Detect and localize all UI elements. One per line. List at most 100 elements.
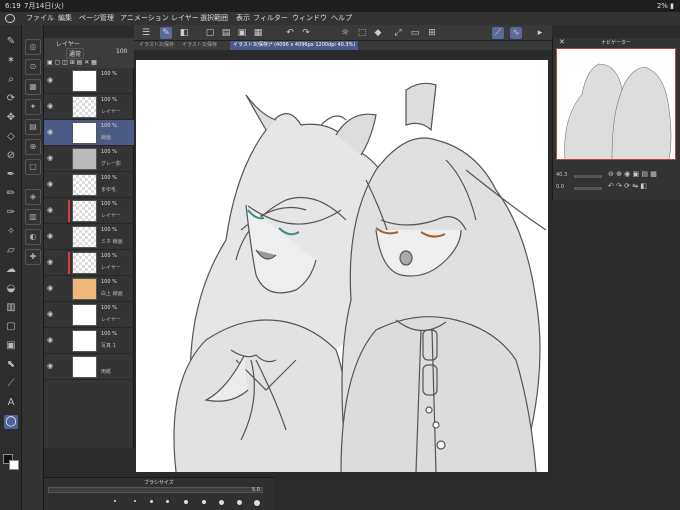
size-preset[interactable] (237, 500, 242, 505)
menu-layer[interactable]: レイヤー (171, 12, 199, 25)
visibility-eye-icon[interactable]: ◉ (47, 285, 54, 292)
save-icon[interactable]: ▣ (236, 27, 248, 39)
subtool-3-icon[interactable]: ▦ (25, 79, 41, 95)
subtool-1-icon[interactable]: ◎ (25, 39, 41, 55)
menu-page[interactable]: ページ管理 (79, 12, 114, 25)
magic-wand-icon[interactable]: ✶ (4, 54, 18, 68)
zoom-buttons-icon[interactable]: ⊖ ⊕ ◉ ▣ ▤ ▦ (608, 170, 657, 178)
text-icon[interactable]: A (4, 396, 18, 410)
adjust-icon[interactable]: ◧ (178, 27, 190, 39)
visibility-eye-icon[interactable]: ◉ (47, 337, 54, 344)
visibility-eye-icon[interactable]: ◉ (47, 259, 54, 266)
subtool-4-icon[interactable]: ✦ (25, 99, 41, 115)
pen-mode-icon[interactable]: ✎ (160, 27, 172, 39)
angle-slider[interactable] (574, 187, 602, 190)
ruler-icon[interactable]: ⊞ (426, 27, 438, 39)
visibility-eye-icon[interactable]: ◉ (47, 77, 54, 84)
figure-icon[interactable]: ▢ (4, 320, 18, 334)
visibility-eye-icon[interactable]: ◉ (47, 363, 54, 370)
layer-row[interactable]: ◉ 100 % 写真 1 (44, 328, 134, 354)
zoom-icon[interactable]: ⌕ (4, 73, 18, 87)
open-icon[interactable]: ▤ (220, 27, 232, 39)
brightness-icon[interactable]: ☼ (339, 27, 351, 39)
layer-opacity[interactable]: 100 (116, 48, 127, 55)
tab-doc-2[interactable]: イラスト3(保存 (179, 41, 220, 50)
layer-row[interactable]: ◉ 用紙 (44, 354, 134, 380)
transform-icon[interactable]: ⤢ (392, 27, 404, 39)
blend-mode-select[interactable]: 通常 (66, 48, 85, 59)
subtool-7-icon[interactable]: ▢ (25, 159, 41, 175)
drawing-canvas[interactable] (136, 60, 548, 472)
menu-animation[interactable]: アニメーション (120, 12, 169, 25)
subtool-2-icon[interactable]: ⊙ (25, 59, 41, 75)
layer-row[interactable]: ◉ 100 % ミネ 線画 (44, 224, 134, 250)
move-icon[interactable]: ✥ (4, 111, 18, 125)
menu-window[interactable]: ウィンドウ (292, 12, 327, 25)
airbrush-icon[interactable]: ✑ (4, 206, 18, 220)
redo-icon[interactable]: ↷ (300, 27, 312, 39)
tab-doc-3[interactable]: イラスト3(保存)* (4096 x 4096px 1200dpi 40.3%) (230, 41, 359, 50)
layer-row[interactable]: ◉ 100 % グレー影 (44, 146, 134, 172)
visibility-eye-icon[interactable]: ◉ (47, 311, 54, 318)
crop-icon[interactable]: ▭ (409, 27, 421, 39)
visibility-eye-icon[interactable]: ◉ (47, 103, 54, 110)
layer-tools-icons[interactable]: ▣ ▢ ◫ ⊞ ▤ ✕ ▦ (47, 59, 97, 66)
size-preset[interactable] (150, 500, 153, 503)
subtool-8-icon[interactable]: ◈ (25, 189, 41, 205)
subtool-10-icon[interactable]: ◐ (25, 229, 41, 245)
undo-icon[interactable]: ↶ (284, 27, 296, 39)
subtool-9-icon[interactable]: ▥ (25, 209, 41, 225)
ruler-tool-icon[interactable]: ⟋ (4, 377, 18, 391)
size-preset[interactable] (202, 500, 206, 504)
rotate-buttons-icon[interactable]: ↶ ↷ ⟳ ⇋ ◧ (608, 182, 647, 190)
more-icon[interactable]: ▸ (534, 27, 546, 39)
brush-size-slider[interactable] (48, 487, 263, 493)
new-icon[interactable]: ▢ (204, 27, 216, 39)
gradient-icon[interactable]: ▥ (4, 301, 18, 315)
fill-bucket-icon[interactable]: ◒ (4, 282, 18, 296)
navigator-preview[interactable] (556, 48, 676, 160)
size-preset[interactable] (184, 500, 188, 504)
menu-edit[interactable]: 編集 (58, 12, 72, 25)
layer-row[interactable]: ◉ 100 % レイヤー (44, 250, 134, 276)
visibility-eye-icon[interactable]: ◉ (47, 155, 54, 162)
layer-row[interactable]: ◉ 100 % (44, 68, 134, 94)
close-icon[interactable]: ✕ (559, 38, 565, 46)
menu-icon[interactable]: ☰ (140, 27, 152, 39)
menu-file[interactable]: ファイル (26, 12, 54, 25)
size-preset[interactable] (166, 500, 169, 503)
gallery-icon[interactable]: ▦ (252, 27, 264, 39)
visibility-eye-icon[interactable]: ◉ (47, 129, 54, 136)
sub-color-swatch[interactable] (9, 460, 19, 470)
layer-row[interactable]: ◉ 100 % 線画 (44, 120, 134, 146)
menu-view[interactable]: 表示 (236, 12, 250, 25)
balloon-icon[interactable]: ◯ (4, 415, 18, 429)
eraser-icon[interactable]: ▱ (4, 244, 18, 258)
brush-icon[interactable]: ✎ (4, 35, 18, 49)
frame-icon[interactable]: ▣ (4, 339, 18, 353)
visibility-eye-icon[interactable]: ◉ (47, 207, 54, 214)
visibility-eye-icon[interactable]: ◉ (47, 181, 54, 188)
stroke-smooth-icon[interactable]: ⟋ (492, 27, 504, 39)
deselect-icon[interactable]: ⬚ (356, 27, 368, 39)
pen-icon[interactable]: ✒ (4, 168, 18, 182)
zoom-value[interactable]: 40.3 (556, 172, 567, 178)
size-preset[interactable] (134, 500, 136, 502)
menu-filter[interactable]: フィルター (253, 12, 288, 25)
subtool-11-icon[interactable]: ✚ (25, 249, 41, 265)
blend-icon[interactable]: ☁ (4, 263, 18, 277)
layer-row[interactable]: ◉ 100 % まゆ毛 (44, 172, 134, 198)
size-preset[interactable] (114, 500, 116, 502)
lasso-icon[interactable]: ◇ (4, 130, 18, 144)
angle-value[interactable]: 0.0 (556, 184, 564, 190)
layer-row[interactable]: ◉ 100 % レイヤー (44, 302, 134, 328)
size-preset[interactable] (254, 500, 260, 506)
operation-icon[interactable]: ⬉ (4, 358, 18, 372)
size-preset[interactable] (219, 500, 224, 505)
visibility-eye-icon[interactable]: ◉ (47, 233, 54, 240)
subtool-6-icon[interactable]: ⊕ (25, 139, 41, 155)
rotate-icon[interactable]: ⟳ (4, 92, 18, 106)
subtool-5-icon[interactable]: ▤ (25, 119, 41, 135)
tab-doc-1[interactable]: イラスト2(保存 (136, 41, 177, 50)
menu-help[interactable]: ヘルプ (331, 12, 352, 25)
